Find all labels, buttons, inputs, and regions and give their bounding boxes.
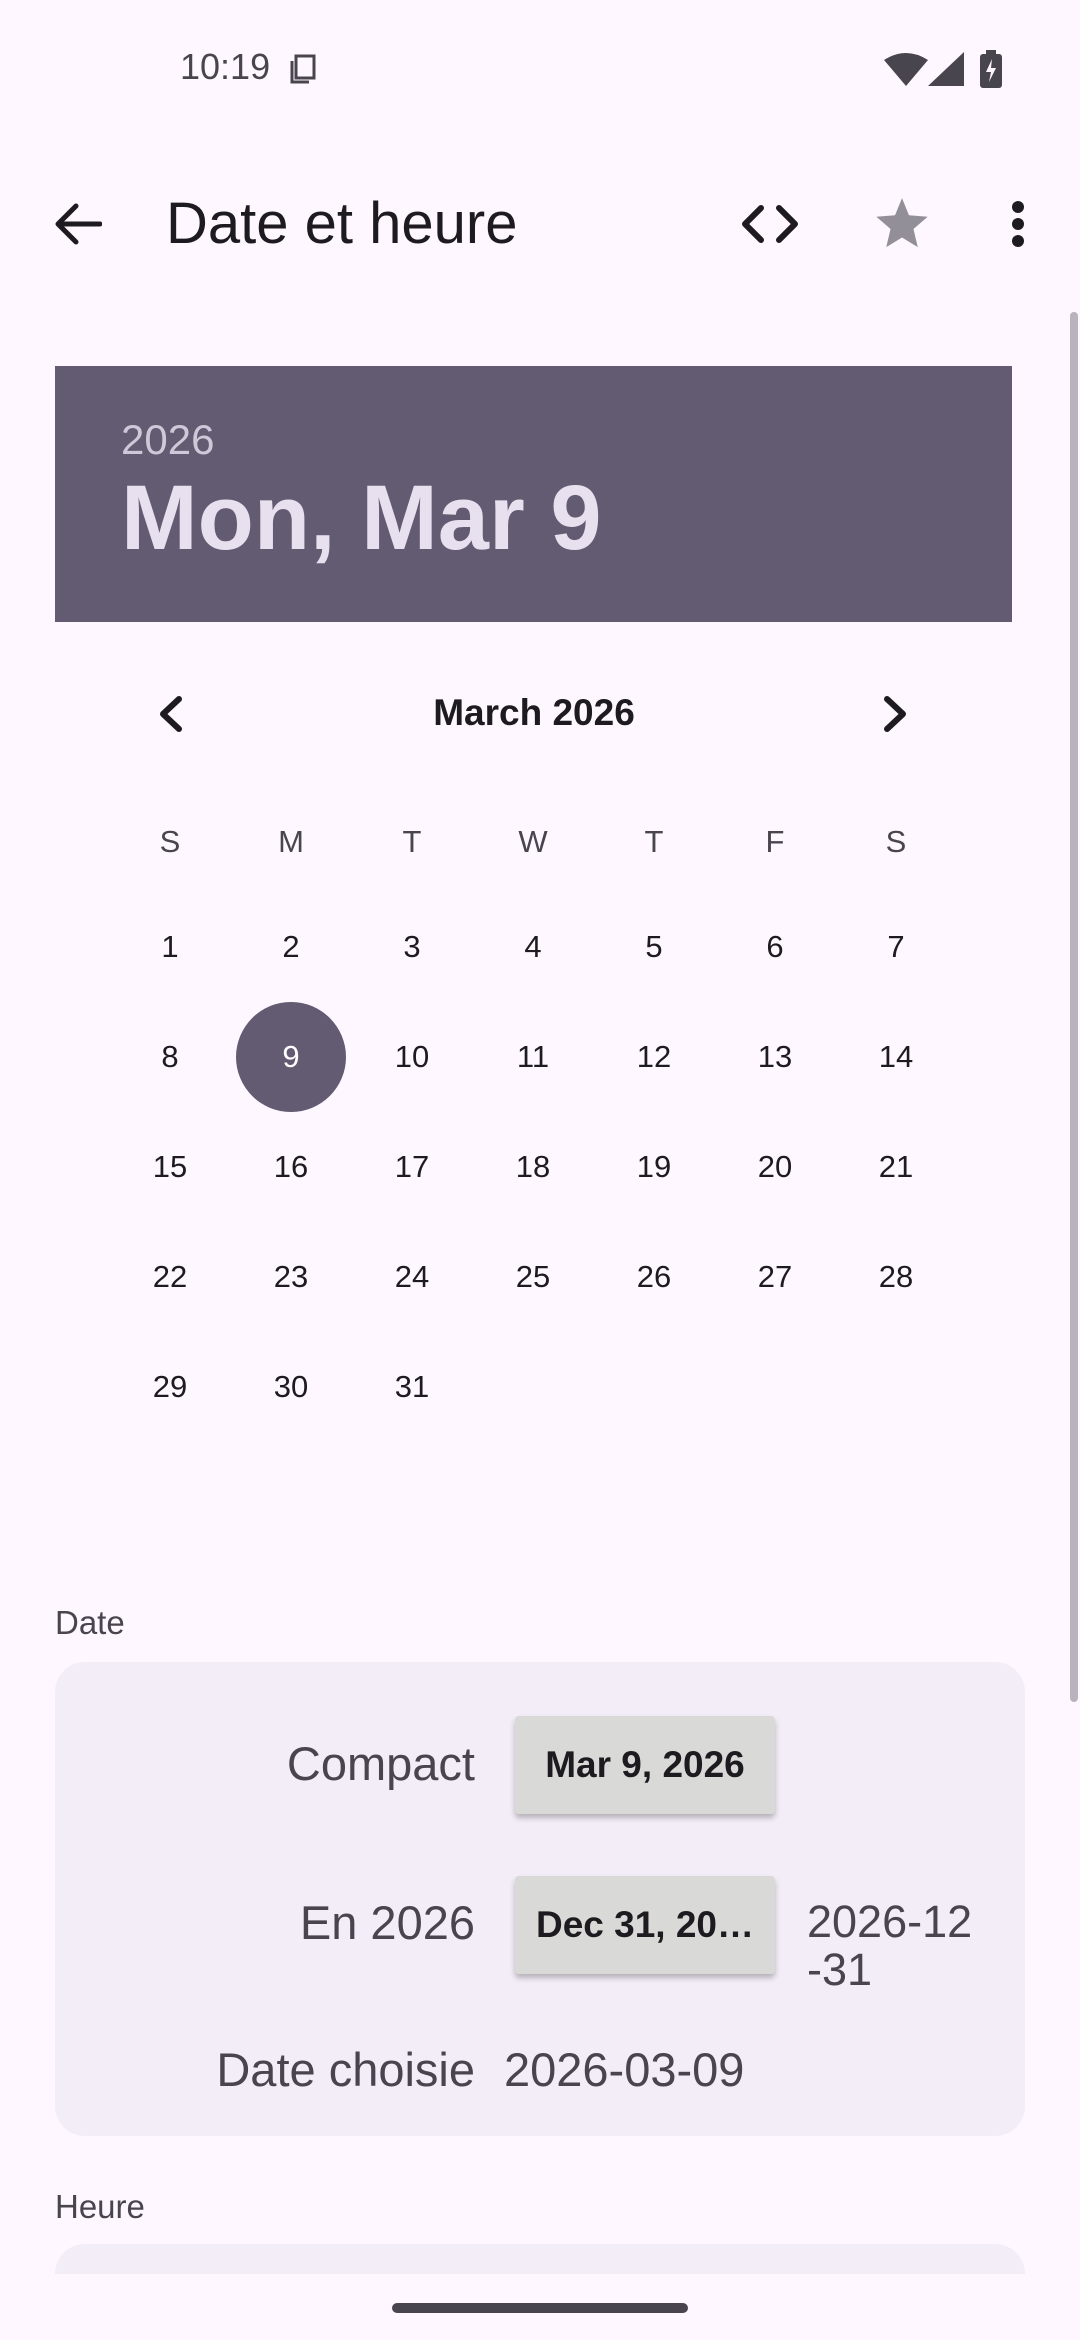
calendar-day[interactable]: 14 (841, 1002, 951, 1112)
weekday-header: M (278, 824, 304, 859)
code-button[interactable] (732, 186, 808, 262)
weekday-header: W (518, 824, 548, 859)
compact-date-button[interactable]: Mar 9, 2026 (515, 1716, 775, 1814)
calendar-day[interactable]: 25 (478, 1222, 588, 1332)
calendar-day[interactable]: 30 (236, 1332, 346, 1442)
calendar-day[interactable]: 23 (236, 1222, 346, 1332)
month-year-label: March 2026 (433, 692, 635, 733)
wifi-icon (884, 53, 928, 86)
year-label: En 2026 (299, 1896, 475, 1949)
calendar-day[interactable]: 29 (115, 1332, 225, 1442)
more-options-button[interactable] (980, 186, 1056, 262)
notification-icon (290, 54, 316, 84)
signal-icon (928, 52, 964, 86)
chosen-date-value: 2026-03-09 (504, 2043, 745, 2096)
status-time: 10:19 (180, 46, 271, 87)
time-section-label: Heure (55, 2188, 145, 2225)
calendar-day[interactable]: 1 (115, 892, 225, 1002)
calendar-day[interactable]: 26 (599, 1222, 709, 1332)
calendar-day[interactable]: 8 (115, 1002, 225, 1112)
calendar-day[interactable]: 3 (357, 892, 467, 1002)
calendar-day[interactable]: 17 (357, 1112, 467, 1222)
weekday-header: S (159, 824, 181, 859)
year-date-iso-line2: -31 (807, 1944, 873, 1995)
calendar-day[interactable]: 18 (478, 1112, 588, 1222)
weekday-header: S (885, 824, 907, 859)
calendar-day[interactable]: 12 (599, 1002, 709, 1112)
weekday-header: T (644, 824, 664, 859)
selected-date: Mon, Mar 9 (121, 467, 602, 569)
scrollbar-thumb[interactable] (1070, 312, 1078, 1702)
calendar-day[interactable]: 10 (357, 1002, 467, 1112)
calendar-day[interactable]: 13 (720, 1002, 830, 1112)
calendar-day[interactable]: 24 (357, 1222, 467, 1332)
time-card (55, 2244, 1025, 2274)
calendar-day[interactable]: 5 (599, 892, 709, 1002)
date-section-label: Date (55, 1604, 125, 1641)
battery-icon (980, 50, 1002, 88)
year-date-button[interactable]: Dec 31, 20… (515, 1876, 775, 1974)
selected-year[interactable]: 2026 (121, 416, 214, 464)
calendar-day[interactable]: 27 (720, 1222, 830, 1332)
more-vert-icon (1012, 201, 1024, 247)
calendar-day[interactable]: 31 (357, 1332, 467, 1442)
calendar-day-selected[interactable]: 9 (236, 1002, 346, 1112)
previous-month-button[interactable] (136, 680, 204, 748)
calendar-day[interactable]: 2 (236, 892, 346, 1002)
star-icon (876, 198, 928, 248)
calendar-day[interactable]: 21 (841, 1112, 951, 1222)
calendar-day[interactable]: 4 (478, 892, 588, 1002)
chosen-date-label: Date choisie (216, 2043, 475, 2096)
calendar-day[interactable]: 22 (115, 1222, 225, 1332)
calendar-day[interactable]: 20 (720, 1112, 830, 1222)
weekday-header: F (765, 824, 785, 859)
arrow-back-icon (55, 203, 102, 245)
favorite-button[interactable] (864, 186, 940, 262)
calendar-day[interactable]: 15 (115, 1112, 225, 1222)
date-card: Compact Mar 9, 2026 En 2026 Dec 31, 20… … (55, 1662, 1025, 2136)
calendar-day[interactable]: 6 (720, 892, 830, 1002)
compact-label: Compact (286, 1737, 475, 1790)
chevron-right-icon (884, 696, 906, 732)
calendar-day[interactable]: 11 (478, 1002, 588, 1112)
code-icon (742, 205, 798, 243)
page-title: Date et heure (166, 191, 518, 256)
weekday-header: T (402, 824, 422, 859)
calendar-day[interactable]: 7 (841, 892, 951, 1002)
back-button[interactable] (40, 186, 116, 262)
calendar-day[interactable]: 28 (841, 1222, 951, 1332)
calendar-day[interactable]: 19 (599, 1112, 709, 1222)
gesture-nav-handle[interactable] (392, 2303, 688, 2313)
next-month-button[interactable] (862, 680, 930, 748)
chevron-left-icon (160, 696, 182, 732)
date-picker-header: 2026 Mon, Mar 9 (55, 366, 1012, 622)
calendar-day[interactable]: 16 (236, 1112, 346, 1222)
year-date-iso-line1: 2026-12 (807, 1896, 973, 1947)
